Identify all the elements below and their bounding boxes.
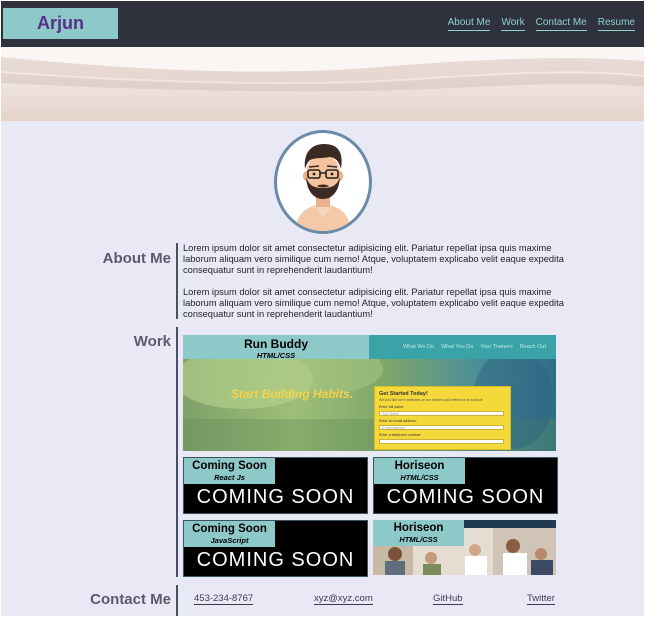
page: Arjun Sharman About Me Work Contact Me R… — [1, 1, 644, 616]
run-buddy-headline: Start Building Habits. — [231, 387, 354, 401]
card-title: Run Buddy — [244, 337, 308, 351]
about-divider — [176, 243, 178, 319]
site-brand[interactable]: Arjun Sharman — [3, 8, 118, 64]
hero-banner — [1, 47, 644, 121]
form-field: Your Name — [379, 411, 504, 416]
card-label: Horiseon HTML/CSS — [374, 458, 465, 484]
contact-twitter-link[interactable]: Twitter — [527, 593, 555, 605]
contact-divider — [176, 585, 178, 616]
card-subtitle: HTML/CSS — [399, 535, 438, 544]
run-buddy-preview-nav: What We Do What You Do Your Trainers Rea… — [369, 335, 556, 359]
card-label: Coming Soon React Js — [184, 458, 275, 484]
preview-nav-item: Reach Out — [519, 344, 546, 350]
contact-github-link[interactable]: GitHub — [433, 593, 463, 605]
coming-soon-overlay: COMING SOON — [196, 486, 355, 508]
nav-resume[interactable]: Resume — [597, 17, 635, 31]
preview-nav-item: What You Do — [441, 344, 474, 350]
work-card-coming-soon-react[interactable]: COMING SOON Coming Soon React Js — [183, 457, 368, 514]
coming-soon-overlay: COMING SOON — [386, 486, 545, 508]
nav-work[interactable]: Work — [501, 17, 525, 31]
card-subtitle: JavaScript — [210, 536, 249, 545]
nav-contact-me[interactable]: Contact Me — [535, 17, 587, 31]
card-title: Horiseon — [394, 460, 445, 472]
work-card-horiseon-1[interactable]: COMING SOON Horiseon HTML/CSS — [373, 457, 558, 514]
avatar-icon — [295, 144, 351, 231]
hero-wave-image — [1, 47, 644, 92]
work-heading: Work — [133, 333, 171, 350]
form-subtitle: We just like form websites of our traine… — [379, 398, 483, 402]
work-card-horiseon-2[interactable]: Horiseon HTML/CSS — [373, 520, 556, 575]
profile-avatar — [274, 130, 372, 234]
card-subtitle: React Js — [214, 473, 245, 482]
form-label: Enter a telephone number: — [379, 433, 422, 437]
contact-me-heading: Contact Me — [90, 591, 171, 608]
card-label: Horiseon HTML/CSS — [373, 520, 464, 546]
work-divider — [176, 327, 178, 577]
card-title: Coming Soon — [192, 460, 267, 472]
run-buddy-label: Run Buddy HTML/CSS — [183, 335, 369, 360]
form-label: Enter an email address: — [379, 419, 417, 423]
run-buddy-signup-form: Get Started Today! We just like form web… — [374, 386, 511, 450]
work-card-coming-soon-js[interactable]: COMING SOON Coming Soon JavaScript — [183, 520, 368, 577]
about-paragraph-1: Lorem ipsum dolor sit amet consectetur a… — [183, 243, 564, 275]
contact-email-link[interactable]: xyz@xyz.com — [314, 593, 373, 605]
coming-soon-overlay: COMING SOON — [196, 549, 355, 571]
form-title: Get Started Today! — [379, 391, 428, 397]
form-label: Enter full name: — [379, 405, 405, 409]
card-label: Coming Soon JavaScript — [184, 521, 275, 547]
card-subtitle: HTML/CSS — [400, 473, 439, 482]
nav-about-me[interactable]: About Me — [447, 17, 491, 31]
main-nav: About Me Work Contact Me Resume — [447, 17, 635, 31]
form-field — [379, 439, 504, 444]
preview-nav-item: What We Do — [403, 344, 435, 350]
card-title: Coming Soon — [192, 523, 267, 535]
work-card-run-buddy[interactable]: What We Do What You Do Your Trainers Rea… — [183, 335, 556, 451]
about-paragraph-2: Lorem ipsum dolor sit amet consectetur a… — [183, 287, 564, 319]
site-header: Arjun Sharman About Me Work Contact Me R… — [1, 1, 644, 64]
preview-nav-item: Your Trainers — [480, 344, 513, 350]
form-field: E-mail address — [379, 425, 504, 430]
about-me-heading: About Me — [102, 250, 171, 267]
contact-phone-link[interactable]: 453-234-8767 — [194, 593, 254, 605]
card-title: Horiseon — [393, 522, 444, 534]
